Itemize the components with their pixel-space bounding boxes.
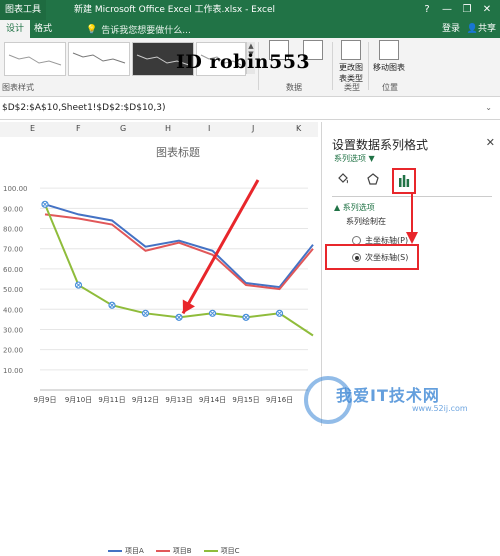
y-tick-label: 40.00 (3, 306, 23, 314)
series-line (44, 203, 314, 289)
x-tick-label: 9月12日 (132, 396, 159, 404)
share-button[interactable]: 👤共享 (467, 20, 496, 38)
line-chart[interactable]: 图表标题 100.00 90.00 80.00 70.00 60.00 50.00 40.00… (0, 140, 318, 426)
x-tick-label: 9月10日 (65, 396, 92, 404)
move-chart-icon (379, 40, 399, 60)
tell-me-text: 告诉我您想要做什么... (101, 26, 191, 36)
series-options-dropdown[interactable]: 系列选项 ▼ (334, 153, 375, 164)
y-tick-label: 50.00 (3, 286, 23, 294)
site-watermark: 我爱IT技术网 www.52ij.com (302, 374, 500, 426)
legend-item[interactable]: 项目B (155, 546, 192, 556)
close-button[interactable]: ✕ (478, 0, 496, 20)
chart-styles-label: 图表样式 (2, 83, 34, 92)
formula-bar[interactable]: $D$2:$A$10,Sheet1!$D$2:$D$10,3) ⌄ (0, 97, 500, 120)
window-title: 新建 Microsoft Office Excel 工作表.xlsx - Exc… (74, 5, 276, 15)
bar-chart-icon[interactable] (392, 168, 416, 194)
y-tick-label: 10.00 (3, 367, 23, 375)
pentagon-icon[interactable] (362, 168, 384, 190)
x-tick-label: 9月13日 (165, 396, 192, 404)
ribbon-tabs: 设计 格式 💡 告诉我您想要做什么... 登录 👤共享 (0, 20, 500, 38)
chart-style-2[interactable] (68, 42, 130, 76)
watermark-url: www.52ij.com (412, 404, 468, 413)
y-tick-label: 90.00 (3, 205, 23, 213)
y-tick-label: 60.00 (3, 266, 23, 274)
column-header[interactable]: H (165, 124, 171, 133)
tell-me-box[interactable]: 💡 告诉我您想要做什么... (86, 23, 191, 37)
column-header[interactable]: I (208, 124, 210, 133)
change-type-icon (341, 40, 361, 60)
y-tick-label: 30.00 (3, 326, 23, 334)
chart-tools-context: 图表工具 (0, 0, 46, 20)
pane-title: 设置数据系列格式 (332, 138, 429, 152)
y-tick-label: 100.00 (3, 185, 28, 193)
tab-format[interactable]: 格式 (28, 20, 58, 38)
x-tick-label: 9月16日 (266, 396, 293, 404)
annotation-arrow (181, 179, 260, 315)
expand-formula-icon[interactable]: ⌄ (485, 97, 492, 119)
annotation-arrow (406, 194, 418, 244)
column-headers: E F G H I J K (0, 122, 318, 138)
legend-item[interactable]: 项目C (203, 546, 240, 556)
plot-series-on-label: 系列绘制在 (346, 217, 386, 226)
column-header[interactable]: E (30, 124, 35, 133)
chart-title: 图表标题 (156, 145, 200, 159)
chart-legend[interactable]: 项目A 项目B 项目C (108, 546, 240, 556)
x-tick-label: 9月14日 (199, 396, 226, 404)
help-button[interactable]: ? (418, 0, 436, 20)
y-tick-label: 80.00 (3, 226, 23, 234)
column-header[interactable]: J (252, 124, 254, 133)
watermark-text: 我爱IT技术网 (336, 386, 440, 405)
person-icon: 👤 (466, 24, 478, 34)
y-tick-label: 20.00 (3, 347, 23, 355)
column-header[interactable]: F (76, 124, 81, 133)
location-group-label: 位置 (382, 83, 398, 92)
paint-bucket-icon[interactable] (332, 168, 354, 190)
series-options-section[interactable]: ▲ 系列选项 (334, 202, 375, 213)
y-tick-label: 70.00 (3, 246, 23, 254)
change-chart-type-button[interactable]: 更改图表类型 (336, 40, 366, 84)
annotation-box (325, 244, 419, 270)
tab-design[interactable]: 设计 (0, 20, 31, 38)
chart-area[interactable]: 图表标题 100.00 90.00 80.00 70.00 60.00 50.00 40.00… (0, 140, 318, 555)
type-group-label: 类型 (344, 83, 360, 92)
minimize-button[interactable]: — (438, 0, 456, 20)
move-chart-button[interactable]: 移动图表 (372, 40, 406, 73)
chart-style-1[interactable] (4, 42, 66, 76)
id-watermark: ID robin553 (176, 51, 311, 73)
x-tick-label: 9月11日 (98, 396, 125, 404)
column-header[interactable]: K (296, 124, 301, 133)
restore-button[interactable]: ❐ (458, 0, 476, 20)
x-tick-label: 9月15日 (232, 396, 259, 404)
login-link[interactable]: 登录 (442, 20, 460, 38)
formula-text: $D$2:$A$10,Sheet1!$D$2:$D$10,3) (2, 103, 166, 113)
column-header[interactable]: G (120, 124, 126, 133)
close-icon[interactable]: ✕ (486, 136, 495, 149)
series-line (44, 213, 314, 291)
lightbulb-icon: 💡 (86, 24, 98, 35)
x-tick-label: 9月9日 (34, 396, 57, 404)
legend-item[interactable]: 项目A (108, 546, 144, 556)
data-group-label: 数据 (286, 83, 302, 92)
title-bar: 图表工具 新建 Microsoft Office Excel 工作表.xlsx … (0, 0, 500, 20)
